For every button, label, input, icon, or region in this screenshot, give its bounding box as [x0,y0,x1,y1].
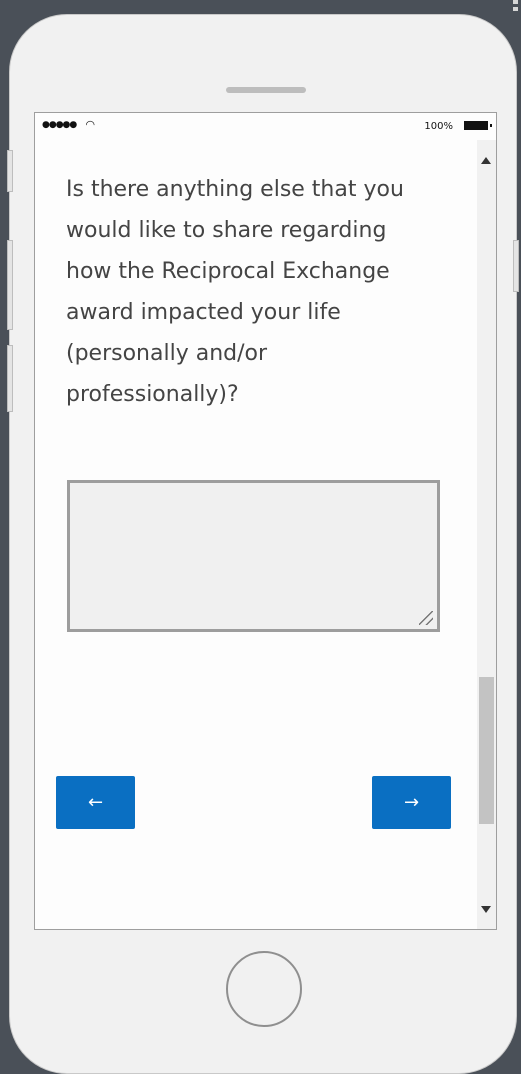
resize-grip-icon[interactable] [419,611,433,625]
survey-question: Is there anything else that you would li… [66,177,404,407]
previous-button[interactable]: ← [56,776,135,829]
next-button[interactable]: → [372,776,451,829]
wifi-icon: ◠ [86,118,95,131]
speaker-grille [226,87,306,93]
power-button [513,240,519,292]
volume-up-button [7,240,13,330]
status-bar: ●●●●● ◠ 100% [35,113,496,140]
scrollbar-thumb[interactable] [479,677,494,824]
volume-down-button [7,345,13,412]
signal-dots-icon: ●●●●● [42,120,77,130]
phone-screen: ●●●●● ◠ 100% Is there anything else that… [34,112,497,930]
answer-textarea[interactable] [67,480,440,632]
scroll-up-arrow-icon[interactable] [481,157,491,164]
corner-marker [513,0,519,20]
scrollbar[interactable] [477,140,496,929]
mute-switch [7,150,13,192]
battery-percent: 100% [424,121,453,132]
home-button[interactable] [226,951,302,1027]
scroll-down-arrow-icon[interactable] [481,906,491,913]
battery-icon [464,121,492,130]
